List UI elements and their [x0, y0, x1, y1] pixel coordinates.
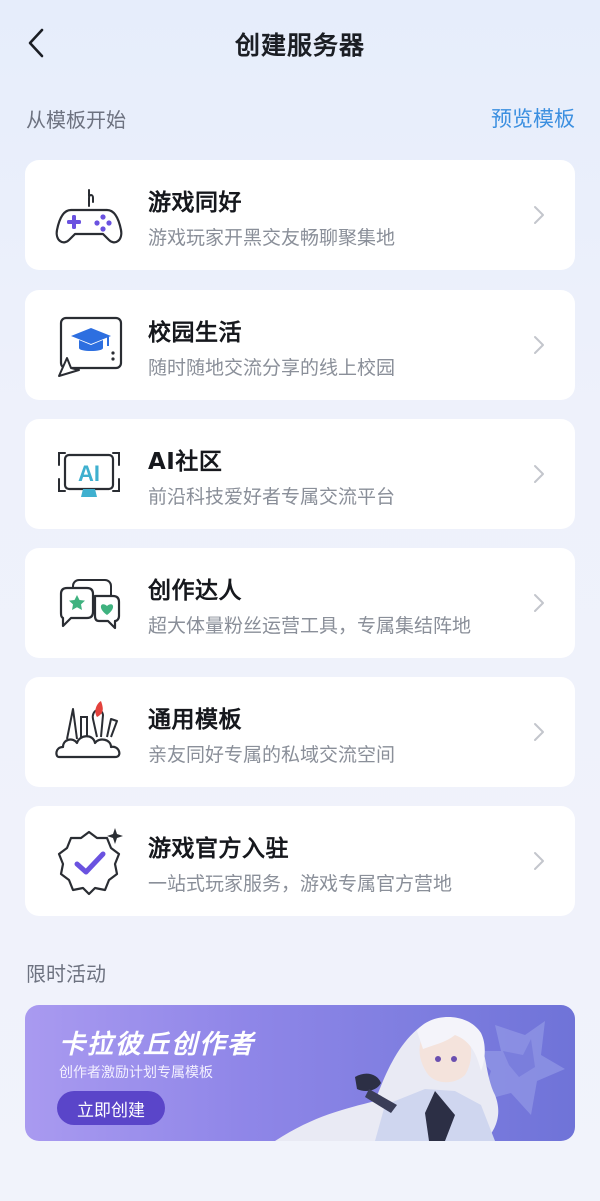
chevron-right-icon	[534, 465, 544, 483]
template-title: 游戏官方入驻	[148, 836, 289, 862]
paintbrush-cloud-icon	[55, 701, 121, 759]
create-now-button[interactable]: 立即创建	[57, 1091, 165, 1125]
chevron-right-icon	[534, 206, 544, 224]
gamepad-icon	[55, 189, 123, 244]
chevron-right-icon	[534, 336, 544, 354]
preview-templates-link[interactable]: 预览模板	[491, 103, 575, 133]
verified-badge-icon	[57, 828, 123, 896]
graduation-cap-icon	[58, 316, 123, 377]
chevron-right-icon	[534, 852, 544, 870]
template-title: 创作达人	[148, 578, 242, 604]
chevron-right-icon	[534, 723, 544, 741]
activity-banner[interactable]: 卡拉彼丘创作者 创作者激励计划专属模板 立即创建	[25, 1005, 575, 1141]
template-desc: 游戏玩家开黑交友畅聊聚集地	[148, 227, 396, 249]
page-title: 创建服务器	[234, 31, 365, 60]
template-card-creator[interactable]: 创作达人 超大体量粉丝运营工具，专属集结阵地	[25, 548, 575, 658]
ai-monitor-icon: AI	[58, 452, 120, 497]
banner-title: 卡拉彼丘创作者	[59, 1030, 256, 1060]
chat-bubbles-icon	[59, 579, 121, 630]
template-desc: 前沿科技爱好者专属交流平台	[148, 486, 396, 508]
templates-section-label: 从模板开始	[26, 108, 126, 132]
template-desc: 随时随地交流分享的线上校园	[148, 357, 396, 379]
template-title: 校园生活	[148, 320, 242, 346]
activity-section-label: 限时活动	[26, 962, 106, 986]
template-title: AI社区	[148, 449, 223, 475]
template-card-official[interactable]: 游戏官方入驻 一站式玩家服务，游戏专属官方营地	[25, 806, 575, 916]
template-title: 游戏同好	[148, 190, 242, 216]
banner-subtitle: 创作者激励计划专属模板	[59, 1065, 213, 1081]
template-desc: 超大体量粉丝运营工具，专属集结阵地	[148, 615, 472, 637]
template-card-general[interactable]: 通用模板 亲友同好专属的私域交流空间	[25, 677, 575, 787]
template-desc: 亲友同好专属的私域交流空间	[148, 744, 396, 766]
header: 创建服务器	[0, 0, 600, 86]
template-title: 通用模板	[148, 707, 242, 733]
template-card-ai[interactable]: AI AI社区 前沿科技爱好者专属交流平台	[25, 419, 575, 529]
template-card-campus[interactable]: 校园生活 随时随地交流分享的线上校园	[25, 290, 575, 400]
template-card-game[interactable]: 游戏同好 游戏玩家开黑交友畅聊聚集地	[25, 160, 575, 270]
template-desc: 一站式玩家服务，游戏专属官方营地	[148, 873, 453, 895]
chevron-right-icon	[534, 594, 544, 612]
svg-text:AI: AI	[78, 461, 100, 486]
